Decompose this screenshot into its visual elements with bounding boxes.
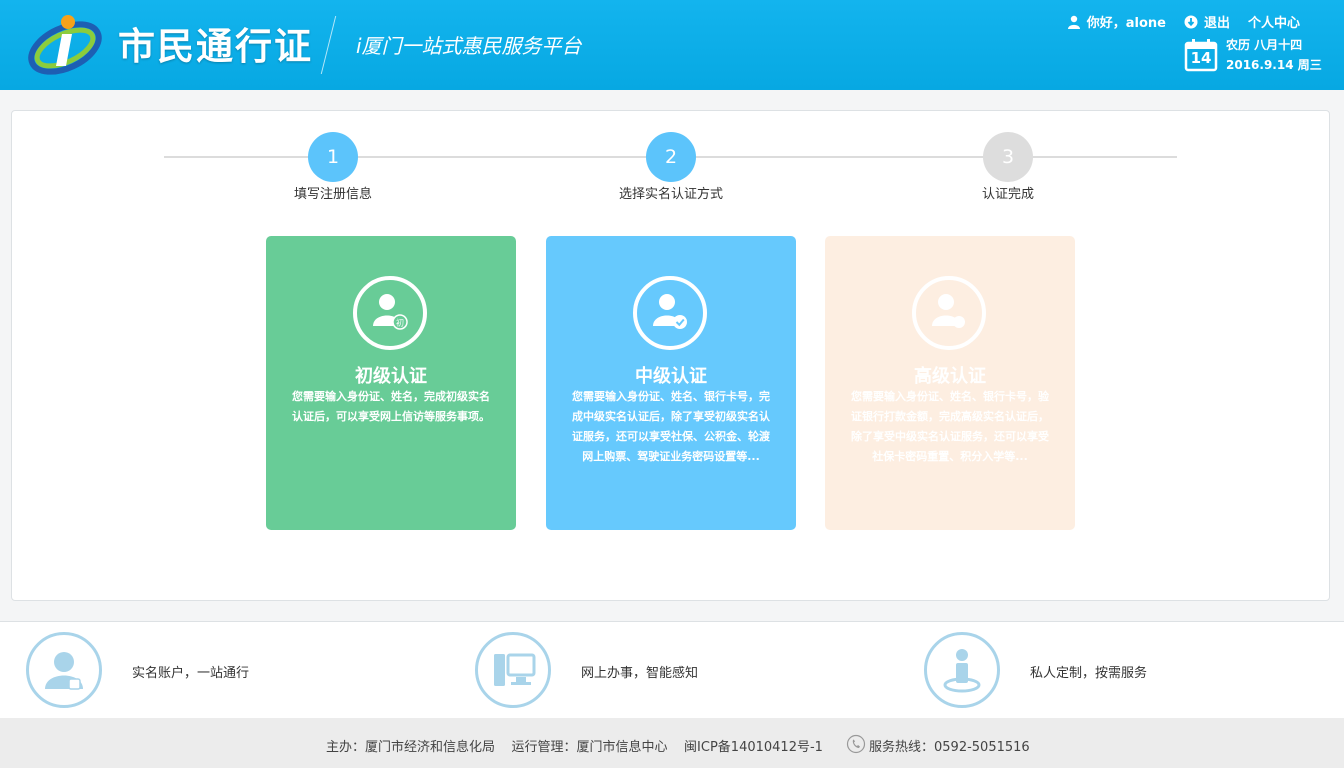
computer-icon [494, 653, 536, 686]
person-location-icon [943, 649, 981, 693]
intermediate-verification-card[interactable]: 中级认证 您需要输入身份证、姓名、银行卡号，完成中级实名认证后，除了享受初级实名… [546, 236, 796, 530]
footer-info: 主办：厦门市经济和信息化局 运行管理：厦门市信息中心 闽ICP备14010412… [326, 740, 823, 755]
step-1-label: 填写注册信息 [293, 187, 372, 202]
feature-account-text: 实名账户，一站通行 [132, 666, 250, 681]
feature-custom-ring [924, 632, 1000, 708]
basic-verification-card[interactable]: 初 初级认证 您需要输入身份证、姓名，完成初级实名认证后，可以享受网上信访等服务… [266, 236, 516, 530]
title-divider [320, 16, 337, 74]
advanced-verification-card[interactable]: 高级认证 您需要输入身份证、姓名、银行卡号，验证银行打款金额，完成高级实名认证后… [825, 236, 1075, 530]
solar-date: 2016.9.14 周三 [1226, 58, 1322, 72]
intermediate-verification-title: 中级认证 [635, 366, 707, 387]
top-header: 市民通行证 i厦门一站式惠民服务平台 你好，alone 退出 个人中心 14 农… [0, 0, 1344, 90]
user-greeting: 你好，alone [1086, 16, 1166, 31]
logout-icon [1184, 15, 1198, 28]
user-icon [1067, 15, 1080, 29]
page-footer: 主办：厦门市经济和信息化局 运行管理：厦门市信息中心 闽ICP备14010412… [0, 718, 1344, 768]
feature-custom-text: 私人定制，按需服务 [1030, 666, 1148, 681]
calendar-day: 14 [1190, 49, 1212, 67]
app-title: 市民通行证 [118, 25, 313, 68]
logo-icon [28, 15, 102, 75]
basic-verification-ring: 初 [353, 276, 427, 350]
app-subtitle: i厦门一站式惠民服务平台 [356, 34, 582, 58]
advanced-verification-desc: 您需要输入身份证、姓名、银行卡号，验证银行打款金额，完成高级实名认证后，除了享受… [851, 390, 1049, 463]
step-2-circle: 2 [646, 132, 696, 182]
logout-label: 退出 [1203, 16, 1230, 31]
footer-hotline: 服务热线：0592-5051516 [869, 740, 1030, 755]
step-3-label: 认证完成 [981, 187, 1034, 202]
user-bar: 你好，alone 退出 个人中心 [1067, 12, 1300, 31]
date-display: 14 农历 八月十四 2016.9.14 周三 [1184, 36, 1334, 76]
personal-center-link[interactable]: 个人中心 [1248, 12, 1300, 31]
intermediate-verification-ring [633, 276, 707, 350]
user-plus-icon [932, 294, 965, 328]
step-3-circle: 3 [983, 132, 1033, 182]
basic-verification-title: 初级认证 [355, 366, 427, 387]
user-greeting-link[interactable]: 你好，alone [1067, 12, 1166, 31]
verification-panel: 1 填写注册信息 2 选择实名认证方式 3 认证完成 初 初级认证 您需要输入身… [11, 110, 1330, 601]
user-id-icon [45, 652, 83, 690]
user-badge-icon: 初 [373, 294, 408, 330]
feature-account-ring [26, 632, 102, 708]
phone-icon [846, 734, 866, 754]
card-1-badge: 初 [396, 318, 404, 328]
advanced-verification-ring [912, 276, 986, 350]
feature-bar: 实名账户，一站通行 网上办事，智能感知 私人定制，按需服务 [0, 621, 1344, 718]
personal-center-label: 个人中心 [1247, 16, 1300, 31]
step-1-circle: 1 [308, 132, 358, 182]
lunar-date: 农历 八月十四 [1226, 38, 1303, 52]
logout-link[interactable]: 退出 [1184, 12, 1230, 31]
advanced-verification-title: 高级认证 [914, 366, 986, 387]
feature-online-text: 网上办事，智能感知 [581, 666, 699, 681]
intermediate-verification-desc: 您需要输入身份证、姓名、银行卡号，完成中级实名认证后，除了享受初级实名认证服务，… [572, 390, 770, 463]
step-2-label: 选择实名认证方式 [618, 187, 723, 202]
user-check-icon [653, 294, 687, 329]
feature-online-ring [475, 632, 551, 708]
basic-verification-desc: 您需要输入身份证、姓名，完成初级实名认证后，可以享受网上信访等服务事项。 [292, 390, 490, 423]
